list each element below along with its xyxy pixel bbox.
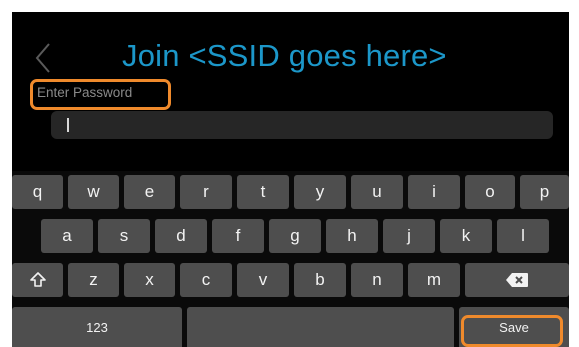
- key-q[interactable]: q: [12, 175, 63, 209]
- key-j[interactable]: j: [383, 219, 435, 253]
- key-t[interactable]: t: [237, 175, 289, 209]
- key-x[interactable]: x: [124, 263, 175, 297]
- key-g[interactable]: g: [269, 219, 321, 253]
- key-u[interactable]: u: [351, 175, 403, 209]
- key-a[interactable]: a: [41, 219, 93, 253]
- key-h[interactable]: h: [326, 219, 378, 253]
- key-e[interactable]: e: [124, 175, 175, 209]
- key-o[interactable]: o: [465, 175, 515, 209]
- key-f[interactable]: f: [212, 219, 264, 253]
- key-y[interactable]: y: [294, 175, 346, 209]
- key-n[interactable]: n: [351, 263, 403, 297]
- numbers-key[interactable]: 123: [12, 307, 182, 347]
- key-c[interactable]: c: [180, 263, 232, 297]
- key-b[interactable]: b: [294, 263, 346, 297]
- key-v[interactable]: v: [237, 263, 289, 297]
- save-button-highlight: [461, 315, 563, 347]
- key-m[interactable]: m: [408, 263, 460, 297]
- shift-arrow-icon: [29, 272, 46, 287]
- backspace-icon: [506, 273, 528, 287]
- key-w[interactable]: w: [68, 175, 119, 209]
- password-label-highlight: [30, 79, 171, 110]
- back-chevron-icon[interactable]: [32, 40, 56, 76]
- password-input[interactable]: [51, 111, 553, 139]
- key-l[interactable]: l: [497, 219, 549, 253]
- key-i[interactable]: i: [408, 175, 460, 209]
- backspace-key[interactable]: [465, 263, 569, 297]
- key-z[interactable]: z: [68, 263, 119, 297]
- key-d[interactable]: d: [155, 219, 207, 253]
- page-title: Join <SSID goes here>: [122, 38, 447, 73]
- key-p[interactable]: p: [520, 175, 569, 209]
- key-r[interactable]: r: [180, 175, 232, 209]
- space-key[interactable]: [187, 307, 454, 347]
- shift-key[interactable]: [12, 263, 63, 297]
- wifi-join-screen: Join <SSID goes here> Enter Password q w…: [12, 12, 569, 347]
- key-k[interactable]: k: [440, 219, 492, 253]
- text-caret: [67, 118, 69, 132]
- key-s[interactable]: s: [98, 219, 150, 253]
